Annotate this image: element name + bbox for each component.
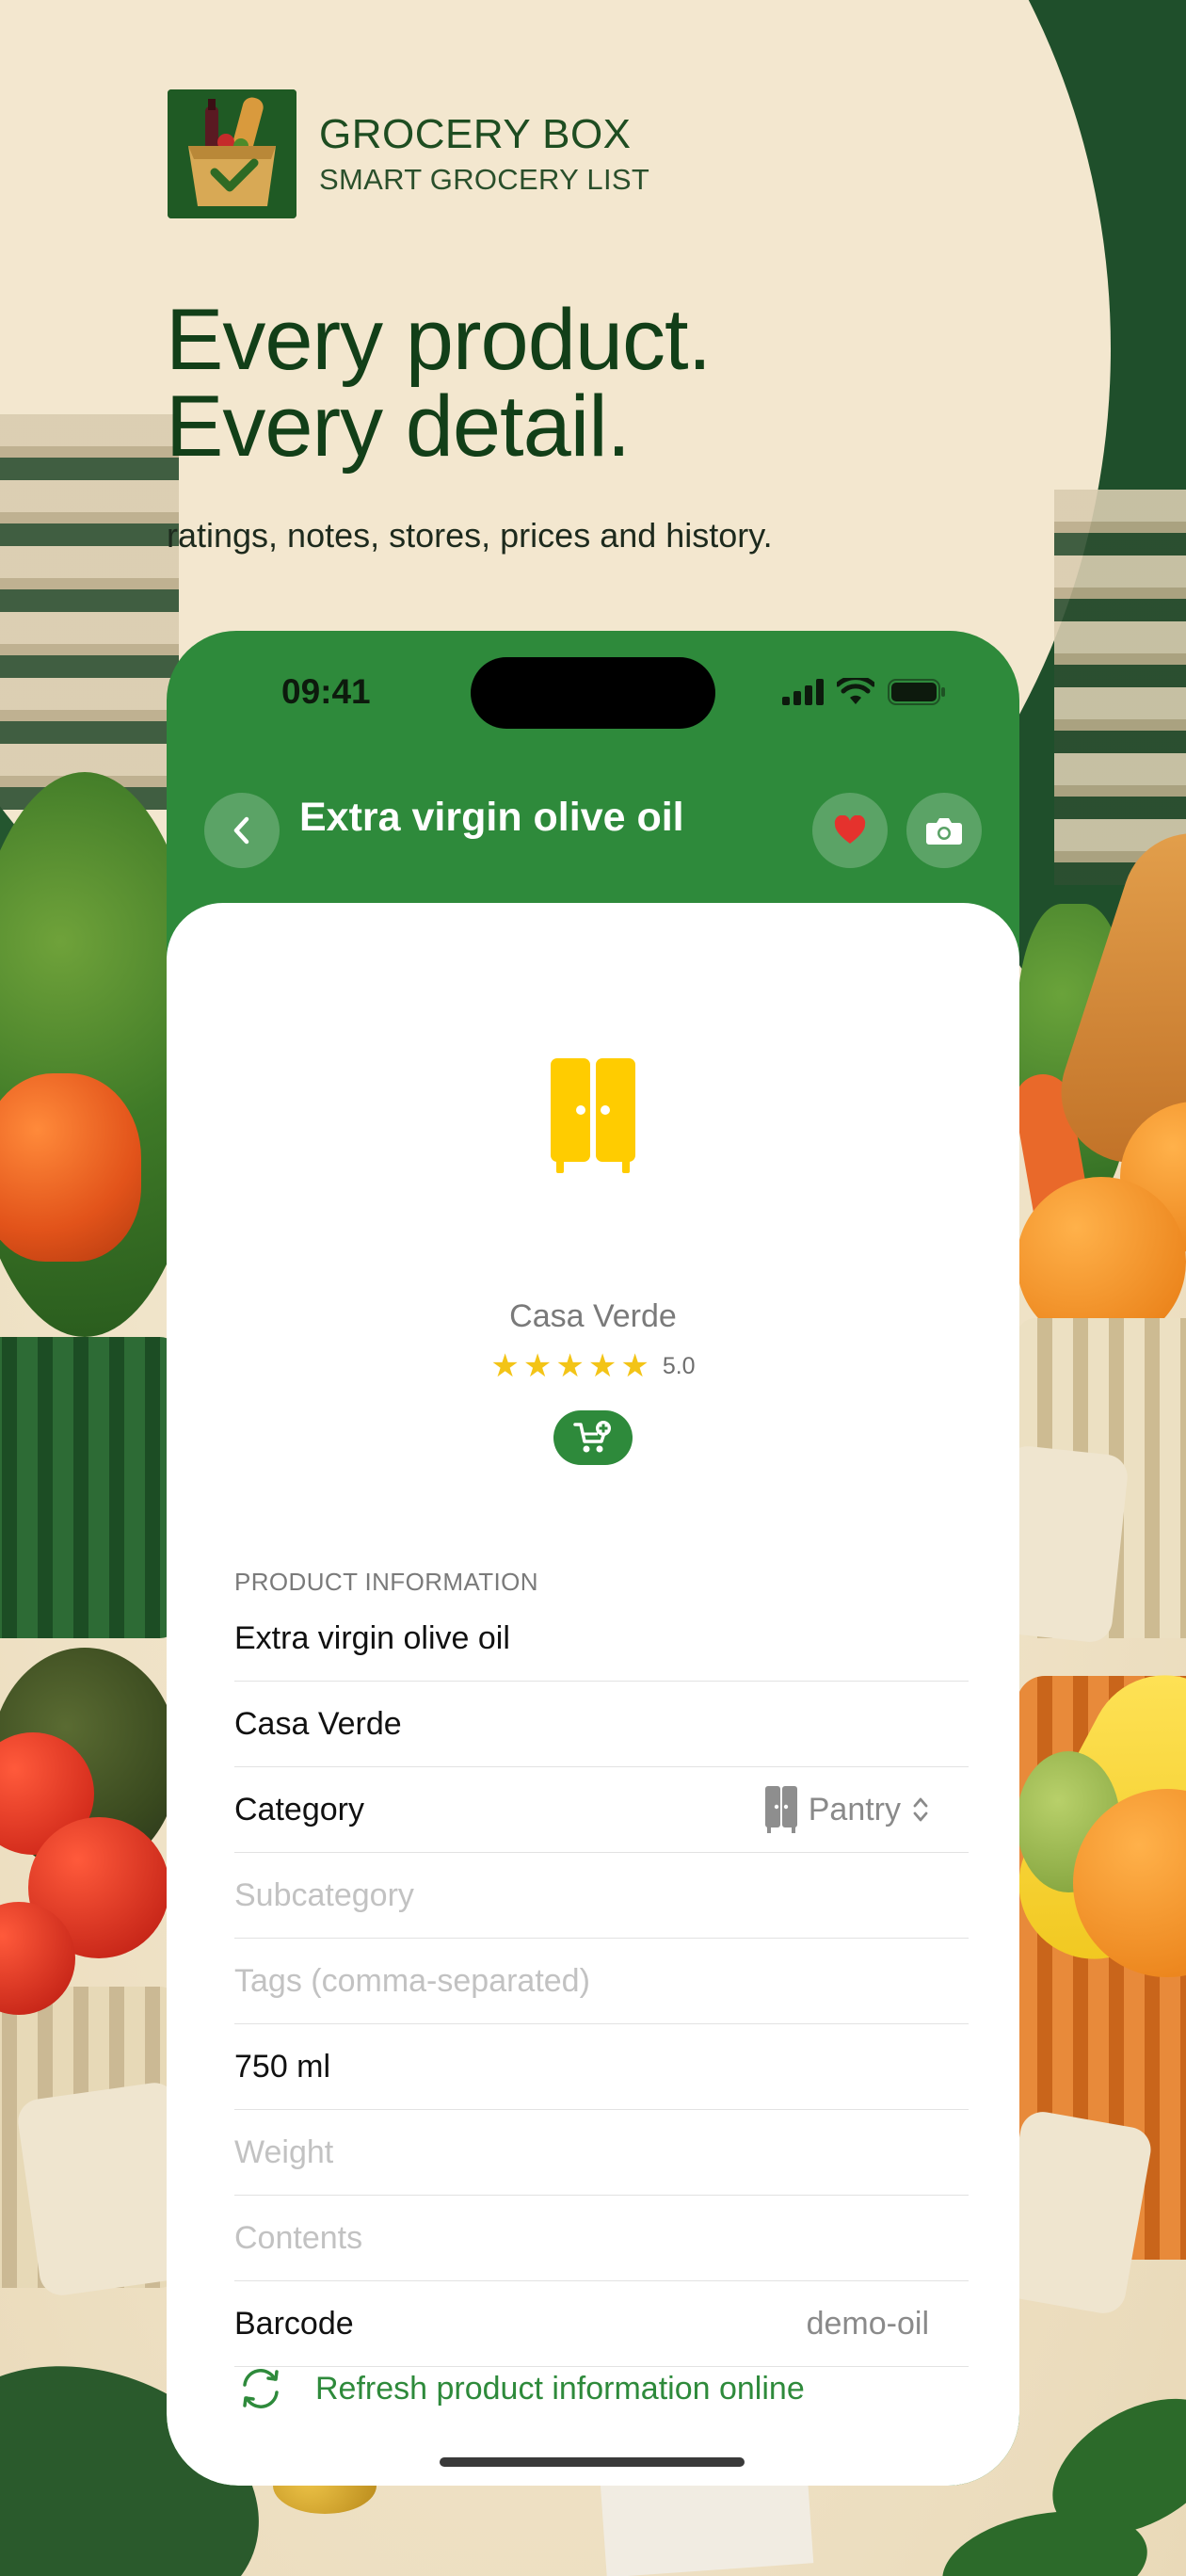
brand-field[interactable]: Casa Verde: [234, 1682, 969, 1767]
dynamic-island: [471, 657, 715, 729]
volume-field[interactable]: 750 ml: [234, 2024, 969, 2110]
barcode-label: Barcode: [234, 2305, 354, 2342]
add-to-cart-button[interactable]: [553, 1410, 633, 1465]
chevron-up-down-icon: [913, 1797, 928, 1822]
star-icon: ★: [620, 1348, 649, 1384]
product-information-list: Extra virgin olive oil Casa Verde Catego…: [234, 1596, 969, 2367]
heart-icon: [834, 815, 866, 844]
cellular-signal-icon: [782, 679, 824, 710]
tags-placeholder: Tags (comma-separated): [234, 1962, 590, 1999]
subcategory-field[interactable]: Subcategory: [234, 1853, 969, 1939]
subcategory-placeholder: Subcategory: [234, 1876, 414, 1913]
name-field[interactable]: Extra virgin olive oil: [234, 1596, 969, 1682]
nav-title: Extra virgin olive oil: [299, 795, 684, 840]
star-rating[interactable]: ★ ★ ★ ★ ★ 5.0: [167, 1350, 1019, 1382]
category-row: Category Pantry: [234, 1767, 969, 1853]
camera-button[interactable]: [906, 793, 982, 868]
barcode-value: demo-oil: [806, 2305, 929, 2342]
category-value: Pantry: [808, 1791, 901, 1827]
product-detail-sheet: Casa Verde ★ ★ ★ ★ ★ 5.0 PRODUCT INFORMA…: [167, 903, 1019, 2486]
volume-value: 750 ml: [234, 2048, 331, 2085]
app-logo-icon: [168, 89, 296, 218]
promo-headline: Every product. Every detail.: [166, 292, 712, 475]
camera-icon: [926, 818, 962, 845]
brand-name: GROCERY BOX: [319, 111, 632, 157]
category-picker[interactable]: Pantry: [764, 1786, 929, 1833]
star-icon: ★: [587, 1348, 617, 1384]
phone-screen: 09:41 Extra virgin olive oil Casa Verde …: [167, 631, 1019, 2486]
headline-line-2: Every detail.: [166, 378, 631, 475]
contents-placeholder: Contents: [234, 2219, 363, 2256]
refresh-label: Refresh product information online: [315, 2370, 805, 2407]
status-bar: 09:41: [167, 631, 1019, 757]
status-icons: [782, 675, 946, 711]
refresh-online-button[interactable]: Refresh product information online: [234, 2366, 805, 2411]
star-icon: ★: [522, 1348, 553, 1384]
promo-subheadline: ratings, notes, stores, prices and histo…: [167, 516, 773, 555]
pantry-cabinet-icon: [551, 1058, 635, 1173]
cart-plus-icon: [573, 1421, 611, 1453]
product-brand: Casa Verde: [509, 1298, 677, 1334]
category-label: Category: [234, 1791, 364, 1827]
star-icon: ★: [555, 1348, 585, 1384]
brand-tagline: SMART GROCERY LIST: [319, 163, 650, 196]
contents-field[interactable]: Contents: [234, 2196, 969, 2281]
brand-value: Casa Verde: [234, 1705, 402, 1742]
brand-header: GROCERY BOX SMART GROCERY LIST: [168, 89, 649, 218]
weight-field[interactable]: Weight: [234, 2110, 969, 2196]
status-time: 09:41: [281, 672, 371, 711]
battery-icon: [888, 679, 946, 710]
chevron-left-icon: [233, 816, 249, 845]
rating-value: 5.0: [662, 1352, 696, 1379]
back-button[interactable]: [204, 793, 280, 868]
home-indicator[interactable]: [440, 2457, 745, 2467]
tags-field[interactable]: Tags (comma-separated): [234, 1939, 969, 2024]
navigation-bar: Extra virgin olive oil: [167, 757, 1019, 903]
weight-placeholder: Weight: [234, 2133, 334, 2170]
wifi-icon: [835, 675, 876, 711]
star-icon: ★: [490, 1348, 520, 1384]
favorite-button[interactable]: [812, 793, 888, 868]
refresh-icon: [243, 2369, 279, 2408]
pantry-cabinet-icon: [764, 1786, 797, 1833]
barcode-row[interactable]: Barcode demo-oil: [234, 2281, 969, 2367]
product-information-header: PRODUCT INFORMATION: [234, 1568, 538, 1596]
name-value: Extra virgin olive oil: [234, 1619, 510, 1656]
headline-line-1: Every product.: [166, 292, 712, 388]
